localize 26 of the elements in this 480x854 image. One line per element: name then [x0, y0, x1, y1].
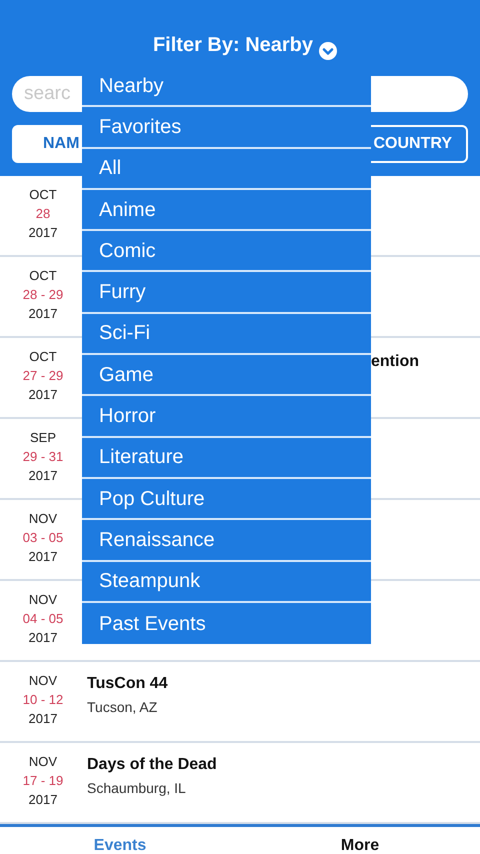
event-location: Schaumburg, IL	[87, 779, 187, 798]
event-days: 28 - 29	[22, 285, 64, 304]
event-days: 28	[36, 204, 50, 223]
event-year: 2017	[28, 548, 58, 566]
event-days: 29 - 31	[22, 447, 64, 466]
event-location: Tucson, AZ	[87, 698, 158, 717]
event-year: 2017	[28, 629, 58, 647]
event-year: 2017	[28, 791, 58, 809]
event-days: 27 - 29	[22, 366, 64, 385]
event-month: NOV	[28, 510, 58, 528]
event-month: NOV	[28, 591, 58, 609]
event-year: 2017	[28, 710, 58, 728]
event-month: OCT	[29, 267, 57, 285]
event-days: 10 - 12	[22, 690, 64, 709]
event-year: 2017	[28, 224, 58, 242]
event-days: 17 - 19	[22, 771, 64, 790]
event-month: OCT	[29, 186, 57, 204]
event-month: OCT	[29, 348, 57, 366]
event-days: 04 - 05	[22, 609, 64, 628]
event-year: 2017	[28, 305, 58, 323]
event-year: 2017	[28, 386, 58, 404]
event-month: NOV	[28, 753, 58, 771]
event-month: NOV	[28, 672, 58, 690]
event-days: 03 - 05	[22, 528, 64, 547]
event-month: SEP	[30, 429, 56, 447]
event-year: 2017	[28, 467, 58, 485]
